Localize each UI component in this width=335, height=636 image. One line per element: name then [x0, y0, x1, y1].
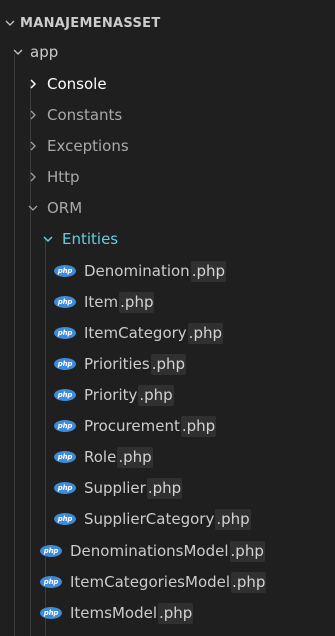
php-file-icon: php	[54, 265, 76, 277]
folder-entities[interactable]: Entities	[0, 224, 335, 254]
folder-exceptions-label: Exceptions	[47, 137, 129, 155]
file-priority[interactable]: php Priority .php	[0, 380, 335, 410]
file-extension: .php	[150, 354, 187, 375]
chevron-right-icon	[25, 78, 41, 90]
file-name: ItemCategory	[84, 324, 187, 342]
chevron-down-icon	[10, 46, 26, 58]
chevron-down-icon	[40, 233, 56, 245]
file-extension: .php	[138, 385, 174, 406]
chevron-down-icon	[2, 17, 18, 29]
file-suppliercategory[interactable]: php SupplierCategory .php	[0, 504, 335, 534]
file-name: DenominationsModel	[70, 542, 229, 560]
file-denomination[interactable]: php Denomination .php	[0, 256, 335, 286]
file-extension: .php	[190, 261, 227, 282]
folder-app-label: app	[30, 43, 59, 61]
chevron-right-icon	[25, 171, 41, 183]
php-file-icon: php	[54, 296, 76, 308]
folder-console-label: Console	[47, 75, 107, 93]
folder-constants-label: Constants	[47, 106, 123, 124]
file-item[interactable]: php Item .php	[0, 287, 335, 317]
file-name: Procurement	[84, 417, 180, 435]
php-file-icon: php	[40, 545, 62, 557]
file-extension: .php	[229, 541, 265, 562]
file-extension: .php	[119, 292, 155, 313]
folder-http-label: Http	[47, 168, 80, 186]
php-file-icon: php	[40, 607, 62, 619]
folder-app[interactable]: app	[0, 37, 335, 67]
file-itemsmodel[interactable]: php ItemsModel .php	[0, 598, 335, 628]
folder-exceptions[interactable]: Exceptions	[0, 131, 335, 161]
file-extension: .php	[187, 323, 223, 344]
php-file-icon: php	[54, 358, 76, 370]
php-file-icon: php	[54, 327, 76, 339]
file-name: Supplier	[84, 479, 146, 497]
file-priorities[interactable]: php Priorities .php	[0, 349, 335, 379]
php-file-icon: php	[54, 513, 76, 525]
chevron-right-icon	[25, 140, 41, 152]
explorer-root-folder[interactable]: MANAJEMENASSET	[0, 8, 335, 38]
file-itemcategory[interactable]: php ItemCategory .php	[0, 318, 335, 348]
folder-http[interactable]: Http	[0, 162, 335, 192]
file-denominationsmodel[interactable]: php DenominationsModel .php	[0, 536, 335, 566]
php-file-icon: php	[54, 482, 76, 494]
chevron-right-icon	[25, 109, 41, 121]
file-extension: .php	[158, 603, 194, 624]
folder-orm-label: ORM	[47, 199, 83, 217]
folder-entities-label: Entities	[62, 230, 119, 248]
file-name: Role	[84, 448, 117, 466]
php-file-icon: php	[40, 576, 62, 588]
file-name: Priority	[84, 386, 138, 404]
file-extension: .php	[231, 572, 267, 593]
folder-constants[interactable]: Constants	[0, 100, 335, 130]
file-itemcategoriesmodel[interactable]: php ItemCategoriesModel .php	[0, 567, 335, 597]
file-supplier[interactable]: php Supplier .php	[0, 473, 335, 503]
file-name: Priorities	[84, 355, 150, 373]
file-name: Item	[84, 293, 119, 311]
file-role[interactable]: php Role .php	[0, 442, 335, 472]
chevron-down-icon	[25, 202, 41, 214]
file-procurement[interactable]: php Procurement .php	[0, 411, 335, 441]
file-extension: .php	[117, 447, 153, 468]
root-folder-label: MANAJEMENASSET	[20, 15, 161, 31]
file-extension: .php	[215, 509, 251, 530]
folder-orm[interactable]: ORM	[0, 193, 335, 223]
php-file-icon: php	[54, 451, 76, 463]
file-explorer: MANAJEMENASSET app Console Constants Exc…	[0, 0, 335, 636]
file-name: SupplierCategory	[84, 510, 215, 528]
folder-console[interactable]: Console	[0, 69, 335, 99]
file-name: Denomination	[84, 262, 190, 280]
file-name: ItemsModel	[70, 604, 157, 622]
php-file-icon: php	[54, 389, 76, 401]
file-extension: .php	[180, 416, 217, 437]
file-extension: .php	[146, 478, 183, 499]
file-name: ItemCategoriesModel	[70, 573, 231, 591]
php-file-icon: php	[54, 420, 76, 432]
